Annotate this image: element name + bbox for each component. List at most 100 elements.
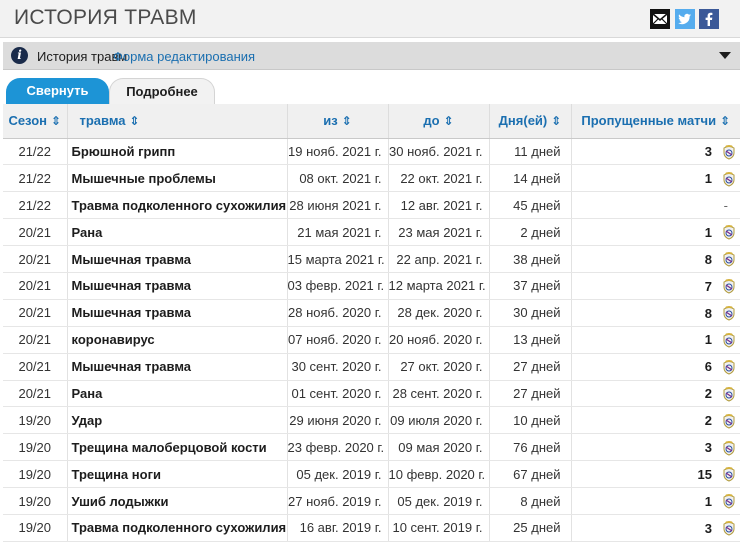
column-header-season[interactable]: Сезон ⇕ [3, 104, 67, 139]
page-title: ИСТОРИЯ ТРАВМ [14, 6, 197, 29]
facebook-icon[interactable] [699, 9, 719, 29]
table-row: 21/22 Брюшной грипп 19 нояб. 2021 г. 30 ноя… [3, 138, 740, 166]
days-cell: 25 дней [488, 514, 571, 542]
column-header-from[interactable]: из ⇕ [286, 104, 388, 139]
injury-cell: Рана [66, 218, 287, 247]
missed-count: 1 [704, 332, 712, 348]
missed-count: 15 [697, 466, 712, 482]
season-cell: 21/22 [3, 191, 67, 220]
club-crest-icon[interactable] [722, 520, 736, 536]
days-cell: 8 дней [488, 487, 571, 515]
table-row: 19/20 Ушиб лодыжки 27 нояб. 2019 г. 05 дек.… [3, 487, 740, 515]
injury-cell: Ушиб лодыжки [66, 487, 287, 515]
injury-cell: коронавирус [66, 326, 287, 354]
injury-table: Сезон ⇕ травма ⇕ из ⇕ до ⇕ Дня(ей) ⇕ Пропущен… [3, 104, 740, 542]
season-cell: 20/21 [3, 299, 67, 327]
club-crest-icon[interactable] [722, 332, 736, 348]
missed-count: 3 [704, 440, 712, 456]
missed-count: 2 [704, 413, 712, 429]
club-crest-icon[interactable] [722, 413, 736, 429]
to-date-cell: 10 сент. 2019 г. [387, 514, 489, 542]
from-date-cell: 08 окт. 2021 г. [286, 164, 388, 193]
club-crest-icon[interactable] [722, 278, 736, 294]
missed-matches-cell: 8 [570, 299, 740, 327]
days-cell: 76 дней [488, 433, 571, 462]
days-cell: 27 дней [488, 380, 571, 408]
club-crest-icon[interactable] [722, 305, 736, 321]
to-date-cell: 09 июля 2020 г. [387, 406, 489, 435]
days-cell: 2 дней [488, 218, 571, 247]
injury-cell: Мышечные проблемы [66, 164, 287, 193]
to-date-cell: 23 мая 2021 г. [387, 218, 489, 247]
sort-icon: ⇕ [443, 114, 454, 129]
season-cell: 19/20 [3, 460, 67, 489]
club-crest-icon[interactable] [722, 171, 736, 187]
table-header-row: Сезон ⇕ травма ⇕ из ⇕ до ⇕ Дня(ей) ⇕ Пропущен… [3, 104, 740, 139]
sort-icon: ⇕ [129, 114, 140, 129]
twitter-icon[interactable] [675, 9, 695, 29]
club-crest-icon[interactable] [722, 144, 736, 160]
from-date-cell: 01 сент. 2020 г. [286, 380, 388, 408]
tab-details[interactable]: Подробнее [109, 78, 215, 104]
season-cell: 20/21 [3, 380, 67, 408]
injury-history-infobar: i История травм Форма редактирования [3, 42, 740, 70]
missed-matches-cell: 15 [570, 460, 740, 489]
column-header-injury[interactable]: травма ⇕ [66, 104, 287, 139]
from-date-cell: 05 дек. 2019 г. [286, 460, 388, 489]
sort-icon: ⇕ [51, 114, 62, 129]
injury-cell: Мышечная травма [66, 353, 287, 381]
club-crest-icon[interactable] [722, 386, 736, 402]
missed-matches-cell: 2 [570, 406, 740, 435]
table-row: 19/20 Травма подколенного сухожилия 16 авг… [3, 514, 740, 542]
chevron-down-icon[interactable] [719, 52, 731, 59]
missed-matches-cell: 8 [570, 245, 740, 273]
club-crest-icon[interactable] [722, 440, 736, 456]
missed-matches-cell: 1 [570, 218, 740, 247]
injury-cell: Мышечная травма [66, 272, 287, 300]
to-date-cell: 10 февр. 2020 г. [387, 460, 489, 489]
missed-matches-cell: 7 [570, 272, 740, 300]
season-cell: 21/22 [3, 138, 67, 166]
club-crest-icon[interactable] [722, 359, 736, 375]
tab-collapse[interactable]: Свернуть [6, 78, 109, 104]
missed-matches-cell: 1 [570, 326, 740, 354]
season-cell: 19/20 [3, 514, 67, 542]
missed-count: 1 [704, 171, 712, 187]
days-cell: 14 дней [488, 164, 571, 193]
from-date-cell: 21 мая 2021 г. [286, 218, 388, 247]
missed-matches-cell: 3 [570, 433, 740, 462]
missed-count: 6 [704, 359, 712, 375]
club-crest-icon[interactable] [722, 466, 736, 482]
club-crest-icon[interactable] [722, 251, 736, 267]
mail-icon[interactable] [650, 9, 670, 29]
table-row: 20/21 Рана 21 мая 2021 г. 23 мая 2021 г. 2 д… [3, 218, 740, 247]
column-header-to[interactable]: до ⇕ [387, 104, 489, 139]
column-header-days[interactable]: Дня(ей) ⇕ [488, 104, 571, 139]
season-cell: 19/20 [3, 406, 67, 435]
sort-icon: ⇕ [341, 114, 352, 129]
from-date-cell: 28 нояб. 2020 г. [286, 299, 388, 327]
season-cell: 20/21 [3, 218, 67, 247]
days-cell: 38 дней [488, 245, 571, 273]
season-cell: 19/20 [3, 487, 67, 515]
season-cell: 21/22 [3, 164, 67, 193]
days-cell: 45 дней [488, 191, 571, 220]
from-date-cell: 29 июня 2020 г. [286, 406, 388, 435]
edit-form-link[interactable]: Форма редактирования [113, 49, 255, 64]
injury-cell: Трещина малоберцовой кости [66, 433, 287, 462]
injury-cell: Удар [66, 406, 287, 435]
from-date-cell: 19 нояб. 2021 г. [286, 138, 388, 166]
club-crest-icon[interactable] [722, 493, 736, 509]
to-date-cell: 05 дек. 2019 г. [387, 487, 489, 515]
to-date-cell: 09 мая 2020 г. [387, 433, 489, 462]
from-date-cell: 30 сент. 2020 г. [286, 353, 388, 381]
from-date-cell: 28 июня 2021 г. [286, 191, 388, 220]
club-crest-icon[interactable] [722, 224, 736, 240]
column-header-missed-matches[interactable]: Пропущенные матчи ⇕ [570, 104, 740, 139]
table-row: 20/21 коронавирус 07 нояб. 2020 г. 20 нояб.… [3, 326, 740, 354]
from-date-cell: 15 марта 2021 г. [286, 245, 388, 273]
from-date-cell: 03 февр. 2021 г. [286, 272, 388, 300]
missed-matches-cell: 3 [570, 138, 740, 166]
days-cell: 11 дней [488, 138, 571, 166]
season-cell: 20/21 [3, 326, 67, 354]
